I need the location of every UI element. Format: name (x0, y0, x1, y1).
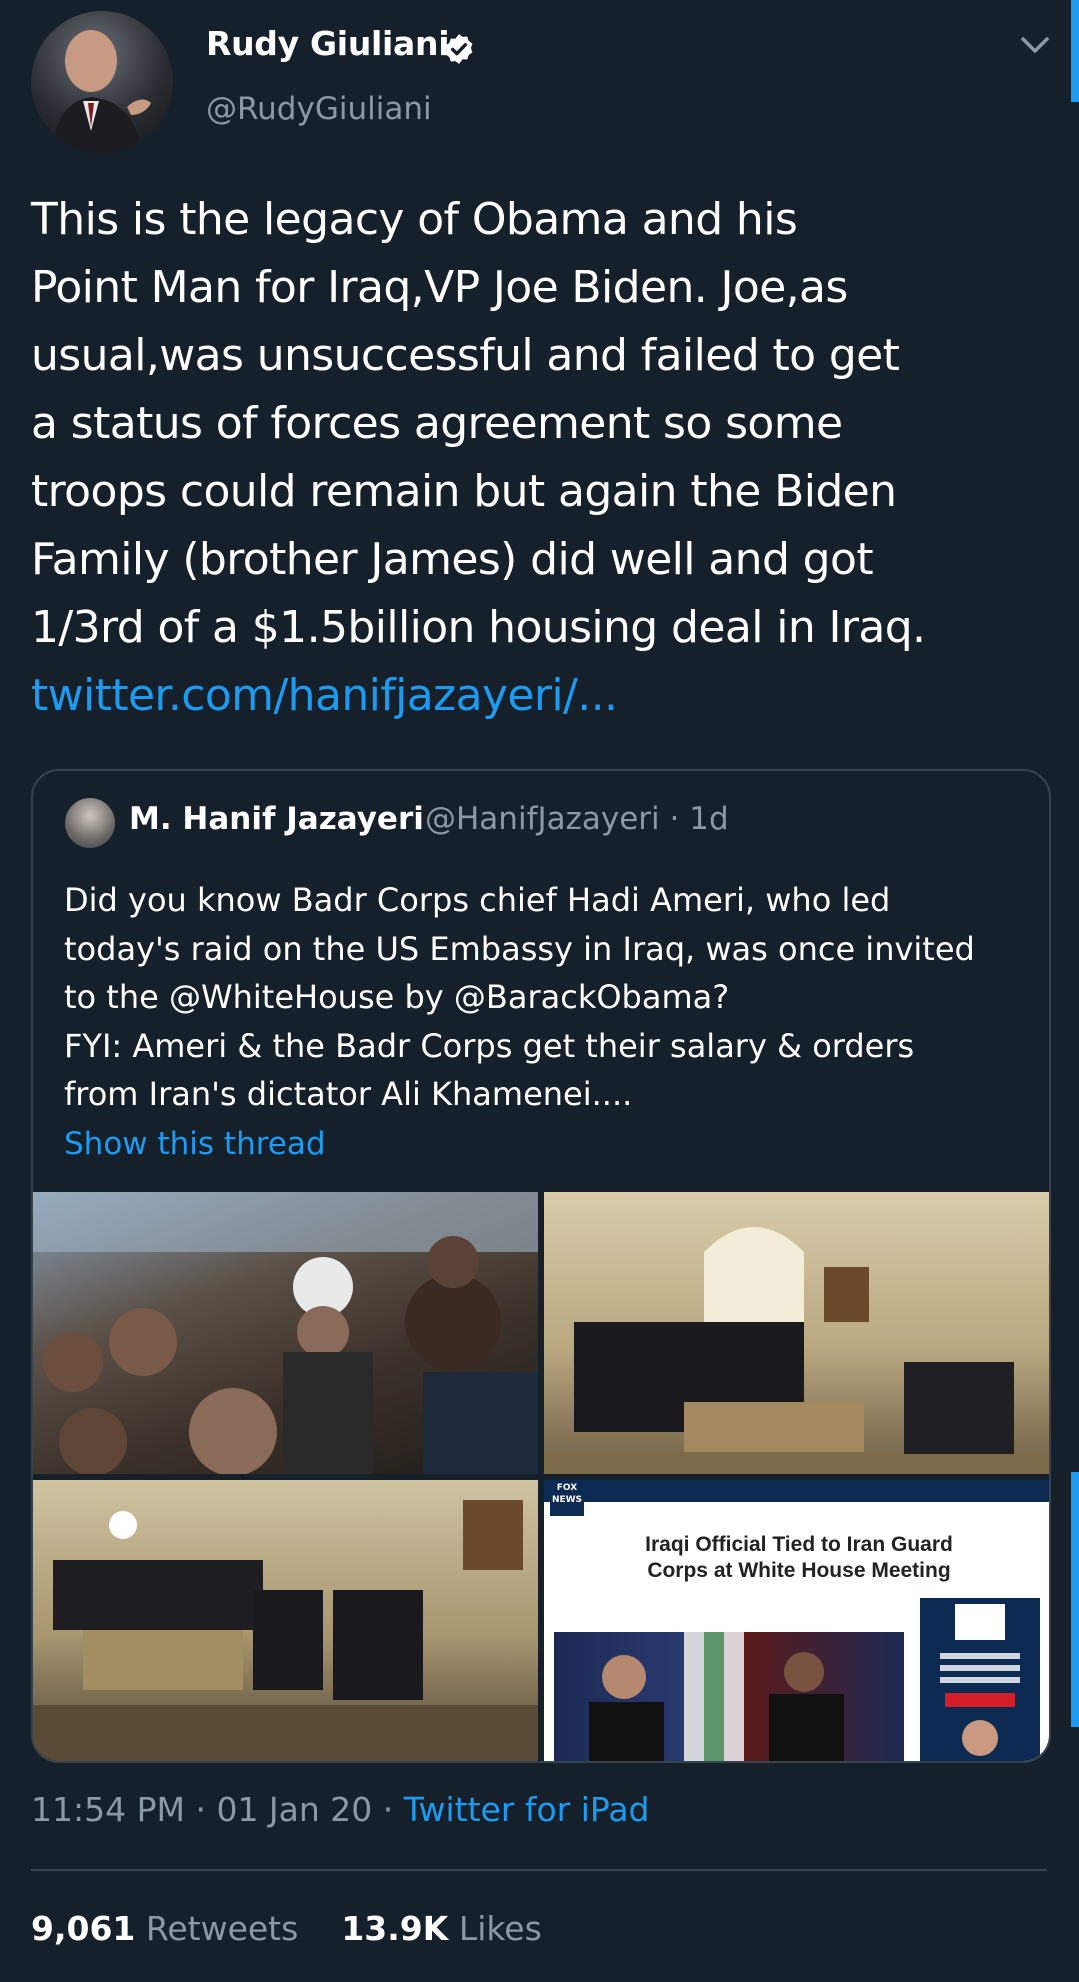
news-photo (554, 1632, 904, 1761)
author-name[interactable]: Rudy Giuliani (206, 24, 450, 63)
quoted-tweet-card[interactable]: M. Hanif Jazayeri @HanifJazayeri · 1d Di… (31, 769, 1051, 1763)
likes-label: Likes (458, 1909, 542, 1948)
engagement-stats: 9,061 Retweets 13.9K Likes (31, 1909, 542, 1948)
tweet-time: 11:54 PM (31, 1790, 185, 1829)
author-avatar[interactable] (31, 11, 173, 153)
tweet-text: This is the legacy of Obama and his Poin… (31, 194, 926, 653)
author-handle[interactable]: @RudyGiuliani (206, 91, 432, 127)
chevron-down-icon[interactable] (1018, 30, 1052, 60)
news-header-bar (544, 1480, 1049, 1502)
tweet-timestamp: 11:54 PM · 01 Jan 20 · Twitter for iPad (31, 1790, 650, 1829)
quoted-author-avatar[interactable] (65, 798, 115, 848)
meta-separator: · (669, 801, 690, 837)
show-thread-link[interactable]: Show this thread (64, 1126, 326, 1162)
quoted-tweet-age: 1d (689, 801, 729, 837)
retweets-label: Retweets (145, 1909, 299, 1948)
tweet-link[interactable]: twitter.com/hanifjazayeri/... (31, 662, 618, 730)
quoted-author-name[interactable]: M. Hanif Jazayeri (129, 801, 424, 837)
verified-badge-icon (445, 34, 473, 64)
tweet-source-link[interactable]: Twitter for iPad (404, 1790, 650, 1829)
quoted-tweet-meta: @HanifJazayeri · 1d (425, 801, 729, 837)
tweet-date: 01 Jan 20 (216, 1790, 373, 1829)
news-ad-panel (920, 1598, 1040, 1761)
media-photo-crowd[interactable] (33, 1192, 538, 1474)
quoted-tweet-text: Did you know Badr Corps chief Hadi Ameri… (64, 881, 975, 1113)
news-logo: FOX NEWS (550, 1482, 584, 1516)
retweets-stat[interactable]: 9,061 Retweets (31, 1909, 298, 1948)
media-photo-oval-office-1[interactable] (544, 1192, 1049, 1474)
media-photo-oval-office-2[interactable] (33, 1480, 538, 1761)
divider (31, 1869, 1047, 1871)
retweets-count: 9,061 (31, 1909, 136, 1948)
likes-stat[interactable]: 13.9K Likes (341, 1909, 541, 1948)
likes-count: 13.9K (341, 1909, 449, 1948)
meta-separator: · (195, 1790, 217, 1829)
media-grid: FOX NEWS Iraqi Official Tied to Iran Gua… (33, 1192, 1049, 1761)
news-headline: Iraqi Official Tied to Iran Guard Corps … (645, 1533, 953, 1582)
quoted-author-handle[interactable]: @HanifJazayeri (425, 801, 660, 837)
media-news-screenshot[interactable]: FOX NEWS Iraqi Official Tied to Iran Gua… (544, 1480, 1049, 1761)
scroll-edge-indicator (1071, 1472, 1079, 1727)
meta-separator: · (382, 1790, 404, 1829)
scroll-edge-indicator (1071, 0, 1079, 102)
